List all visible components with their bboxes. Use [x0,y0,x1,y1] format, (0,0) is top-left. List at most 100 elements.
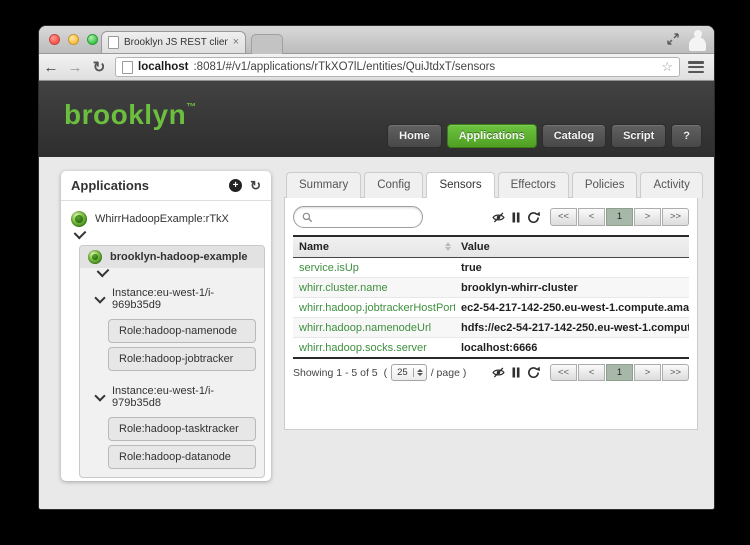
tree-child-container: brooklyn-hadoop-example Instance:eu-west… [79,245,265,478]
table-toolbar: << < 1 > >> [293,206,689,228]
tree-role-item[interactable]: Role:hadoop-jobtracker [108,347,256,371]
minimize-window-button[interactable] [68,34,79,45]
pagination-last-button[interactable]: >> [662,208,689,225]
brooklyn-logo: brooklyn™ [64,99,197,131]
new-tab-button[interactable] [251,34,283,54]
address-bar[interactable]: localhost :8081/#/v1/applications/rTkXO7… [115,57,680,77]
search-input[interactable] [317,211,414,224]
back-icon[interactable]: ← [39,60,63,75]
tab-activity[interactable]: Activity [640,172,702,198]
pagination-bottom: << < 1 > >> [550,364,689,381]
sensor-value: ec2-54-217-142-250.eu-west-1.compute.ama… [455,298,689,318]
paren-open: ( [384,367,388,379]
sort-icon[interactable] [445,242,451,251]
menu-icon[interactable] [688,61,704,73]
refresh-icon[interactable] [527,211,540,224]
pagination-next-button[interactable]: > [634,364,661,381]
browser-window: Brooklyn JS REST client × ← → ↻ localhos… [38,25,715,510]
sensor-value: localhost:6666 [455,338,689,359]
toggle-visibility-icon[interactable] [492,211,505,224]
expand-icon[interactable] [667,33,679,45]
pagination-next-button[interactable]: > [634,208,661,225]
sensor-name[interactable]: whirr.hadoop.jobtrackerHostPort [293,298,455,318]
tree-role-item[interactable]: Role:hadoop-namenode [108,319,256,343]
tree-role-item[interactable]: Role:hadoop-tasktracker [108,417,256,441]
sensor-name[interactable]: whirr.hadoop.namenodeUrl [293,318,455,338]
instance-label: Instance:eu-west-1/i-979b35d8 [112,385,258,409]
table-row[interactable]: whirr.hadoop.jobtrackerHostPort ec2-54-2… [293,298,689,318]
add-application-icon[interactable]: + [229,179,242,192]
browser-toolbar: ← → ↻ localhost :8081/#/v1/applications/… [39,54,714,81]
search-icon [302,212,313,223]
pagination-first-button[interactable]: << [550,364,577,381]
profile-icon[interactable] [689,30,706,51]
page-size-select[interactable]: 25 [391,364,427,381]
close-window-button[interactable] [49,34,60,45]
pagination-first-button[interactable]: << [550,208,577,225]
sensors-tab-content: << < 1 > >> Name [284,198,698,430]
tab-policies[interactable]: Policies [572,172,638,198]
pagination-prev-button[interactable]: < [578,364,605,381]
status-orb-icon [88,250,102,264]
nav-help-button[interactable]: ? [671,124,702,148]
chevron-down-icon[interactable] [94,390,105,401]
column-header-value[interactable]: Value [455,236,689,258]
sensor-name[interactable]: whirr.cluster.name [293,278,455,298]
zoom-window-button[interactable] [87,34,98,45]
tab-close-icon[interactable]: × [233,37,239,48]
nav-home-button[interactable]: Home [387,124,442,148]
forward-icon[interactable]: → [63,60,87,75]
browser-tab-strip: Brooklyn JS REST client × [39,26,714,54]
applications-panel-header: Applications + ↻ [61,171,271,201]
pagination-last-button[interactable]: >> [662,364,689,381]
detail-tabs: Summary Config Sensors Effectors Policie… [284,171,698,198]
tab-sensors[interactable]: Sensors [426,172,494,198]
tree-instance-item[interactable]: Instance:eu-west-1/i-969b35d9 [94,283,260,315]
status-orb-icon [71,211,87,227]
table-row[interactable]: service.isUp true [293,258,689,278]
table-row[interactable]: whirr.cluster.name brooklyn-whirr-cluste… [293,278,689,298]
refresh-tree-icon[interactable]: ↻ [250,179,261,192]
bookmark-star-icon[interactable]: ☆ [661,59,673,75]
table-footer: Showing 1 - 5 of 5 ( 25 / page ) [293,364,689,381]
table-row[interactable]: whirr.hadoop.socks.server localhost:6666 [293,338,689,359]
sensor-value: brooklyn-whirr-cluster [455,278,689,298]
tab-config[interactable]: Config [364,172,423,198]
screenshot-background: Brooklyn JS REST client × ← → ↻ localhos… [0,0,750,545]
chevron-down-icon[interactable] [94,292,105,303]
sensor-name[interactable]: service.isUp [293,258,455,278]
page-size-value: 25 [392,367,413,378]
browser-tab[interactable]: Brooklyn JS REST client × [101,31,246,53]
sensor-name[interactable]: whirr.hadoop.socks.server [293,338,455,359]
search-box[interactable] [293,206,423,228]
tab-effectors[interactable]: Effectors [498,172,569,198]
pause-icon[interactable] [512,212,520,223]
pause-icon[interactable] [512,367,520,378]
app-body: Applications + ↻ WhirrHadoopExample:rTkX… [39,157,714,509]
pagination-top: << < 1 > >> [550,208,689,225]
pagination-page-button[interactable]: 1 [606,364,633,381]
nav-catalog-button[interactable]: Catalog [542,124,606,148]
column-header-name[interactable]: Name [293,236,455,258]
reload-icon[interactable]: ↻ [87,60,111,75]
table-action-icons [492,366,540,379]
nav-script-button[interactable]: Script [611,124,666,148]
tree-root-item[interactable]: WhirrHadoopExample:rTkX [67,208,265,230]
application-tree: WhirrHadoopExample:rTkX brooklyn-hadoop-… [61,201,271,485]
tree-app-item[interactable]: brooklyn-hadoop-example [80,246,264,268]
refresh-icon[interactable] [527,366,540,379]
table-row[interactable]: whirr.hadoop.namenodeUrl hdfs://ec2-54-2… [293,318,689,338]
tree-instance-item[interactable]: Instance:eu-west-1/i-979b35d8 [94,381,260,413]
pagination-prev-button[interactable]: < [578,208,605,225]
pagination-page-button[interactable]: 1 [606,208,633,225]
app-header: brooklyn™ Home Applications Catalog Scri… [39,81,714,157]
tree-role-item[interactable]: Role:hadoop-datanode [108,445,256,469]
nav-applications-button[interactable]: Applications [447,124,537,148]
favicon-icon [108,36,119,49]
tree-app-label: brooklyn-hadoop-example [110,251,248,263]
tab-summary[interactable]: Summary [286,172,361,198]
url-path: :8081/#/v1/applications/rTkXO7lL/entitie… [193,61,656,73]
tab-title: Brooklyn JS REST client [124,37,228,48]
stepper-icon [413,368,426,377]
toggle-visibility-icon[interactable] [492,366,505,379]
